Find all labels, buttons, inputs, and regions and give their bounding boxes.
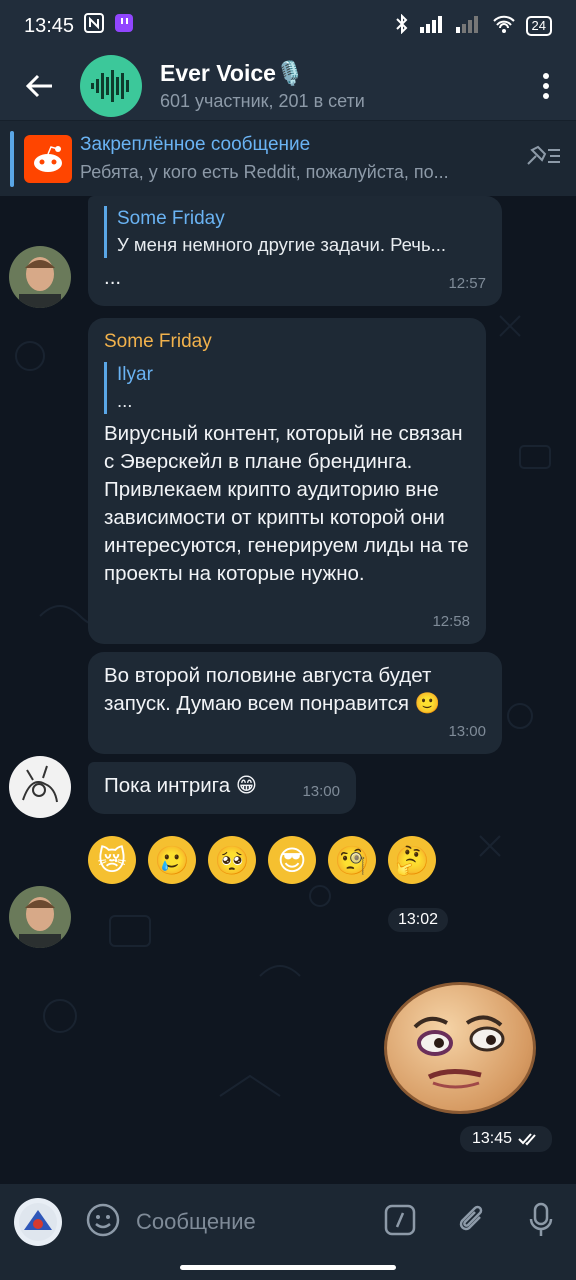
me-gusta-face-icon: [413, 1015, 505, 1089]
quote-author: Some Friday: [117, 208, 225, 229]
status-time: 13:45: [24, 14, 75, 37]
message-input[interactable]: [136, 1209, 356, 1235]
unpin-button[interactable]: [526, 144, 562, 173]
sticker[interactable]: [384, 982, 536, 1114]
back-button[interactable]: [0, 52, 80, 120]
more-menu-button[interactable]: [516, 52, 576, 120]
pinned-body: Ребята, у кого есть Reddit, пожалуйста, …: [80, 162, 449, 182]
signal-weak-icon: [455, 15, 482, 38]
double-check-icon: [518, 1133, 536, 1146]
sunglasses-emoji: 😎: [268, 836, 316, 884]
reply-quote[interactable]: Ilyar ...: [104, 362, 470, 414]
avatar[interactable]: [9, 756, 71, 818]
message-time: 12:58: [432, 613, 470, 630]
status-bar: 13:45 24: [0, 0, 576, 52]
pinned-message[interactable]: Закреплённое сообщение Ребята, у кого ес…: [0, 120, 576, 196]
message-bubble[interactable]: Пока интрига 😁 13:00: [88, 762, 356, 814]
gesture-nav-bar: [0, 1260, 576, 1280]
message-text: Вирусный контент, который не связан с Эв…: [104, 422, 469, 585]
send-as-avatar[interactable]: [14, 1198, 62, 1246]
nfc-icon: [84, 13, 105, 39]
emoji-message[interactable]: 😿 🥲 🥺 😎 🧐 🤔: [88, 836, 436, 884]
attach-button[interactable]: [456, 1203, 488, 1242]
message-text: Во второй половине августа будет запуск.…: [104, 664, 441, 715]
chat-title-block[interactable]: Ever Voice🎙️ 601 участник, 201 в сети: [160, 60, 365, 112]
quote-author: Ilyar: [117, 364, 153, 385]
smile-icon: [86, 1203, 120, 1236]
pinned-title: Закреплённое сообщение: [80, 134, 311, 155]
smiling-tear-emoji: 🥲: [148, 836, 196, 884]
crying-cat-emoji: 😿: [88, 836, 136, 884]
avatar[interactable]: [9, 246, 71, 308]
pinned-indicator: [10, 130, 14, 187]
quote-text: У меня немного другие задачи. Речь...: [117, 234, 447, 255]
message-composer: [0, 1184, 576, 1260]
battery-indicator: 24: [525, 16, 552, 36]
thinking-emoji: 🤔: [388, 836, 436, 884]
monocle-emoji: 🧐: [328, 836, 376, 884]
wifi-icon: [492, 15, 516, 38]
message-bubble[interactable]: Some Friday Ilyar ... Вирусный контент, …: [88, 318, 486, 644]
paperclip-icon: [459, 1205, 483, 1230]
message-bubble[interactable]: Some Friday У меня немного другие задачи…: [88, 196, 502, 306]
voice-record-button[interactable]: [528, 1202, 554, 1243]
soundwave-icon: [91, 70, 129, 102]
signal-icon: [419, 15, 446, 38]
quote-text: ...: [117, 390, 133, 411]
pleading-face-emoji: 🥺: [208, 836, 256, 884]
message-time: 13:00: [448, 723, 486, 740]
sticker-time: 13:45: [459, 1126, 552, 1152]
message-author[interactable]: Some Friday: [104, 328, 470, 356]
home-indicator[interactable]: [180, 1265, 396, 1270]
reply-quote[interactable]: Some Friday У меня немного другие задачи…: [104, 206, 486, 258]
emoji-button[interactable]: [86, 1203, 120, 1242]
message-time: 13:00: [302, 783, 340, 800]
chat-header: Ever Voice🎙️ 601 участник, 201 в сети: [0, 52, 576, 120]
reddit-icon: [24, 134, 72, 183]
message-time: 12:57: [448, 275, 486, 292]
message-text: ...: [104, 266, 122, 289]
more-vert-icon: [543, 73, 549, 99]
pin-list-icon: [527, 145, 560, 165]
chat-title: Ever Voice🎙️: [160, 60, 305, 86]
chat-messages[interactable]: Some Friday У меня немного другие задачи…: [0, 196, 576, 1184]
twitch-icon: [114, 13, 134, 39]
bot-command-button[interactable]: [384, 1204, 416, 1241]
chat-avatar[interactable]: [80, 55, 142, 117]
bluetooth-icon: [394, 13, 410, 39]
arrow-left-icon: [26, 74, 52, 98]
message-time: 13:45: [471, 1130, 512, 1147]
message-bubble[interactable]: Во второй половине августа будет запуск.…: [88, 652, 502, 754]
slash-command-icon: [384, 1204, 416, 1235]
message-time: 13:02: [388, 908, 449, 932]
microphone-icon: [529, 1202, 553, 1236]
chat-subtitle: 601 участник, 201 в сети: [160, 91, 365, 111]
avatar[interactable]: [9, 886, 71, 948]
